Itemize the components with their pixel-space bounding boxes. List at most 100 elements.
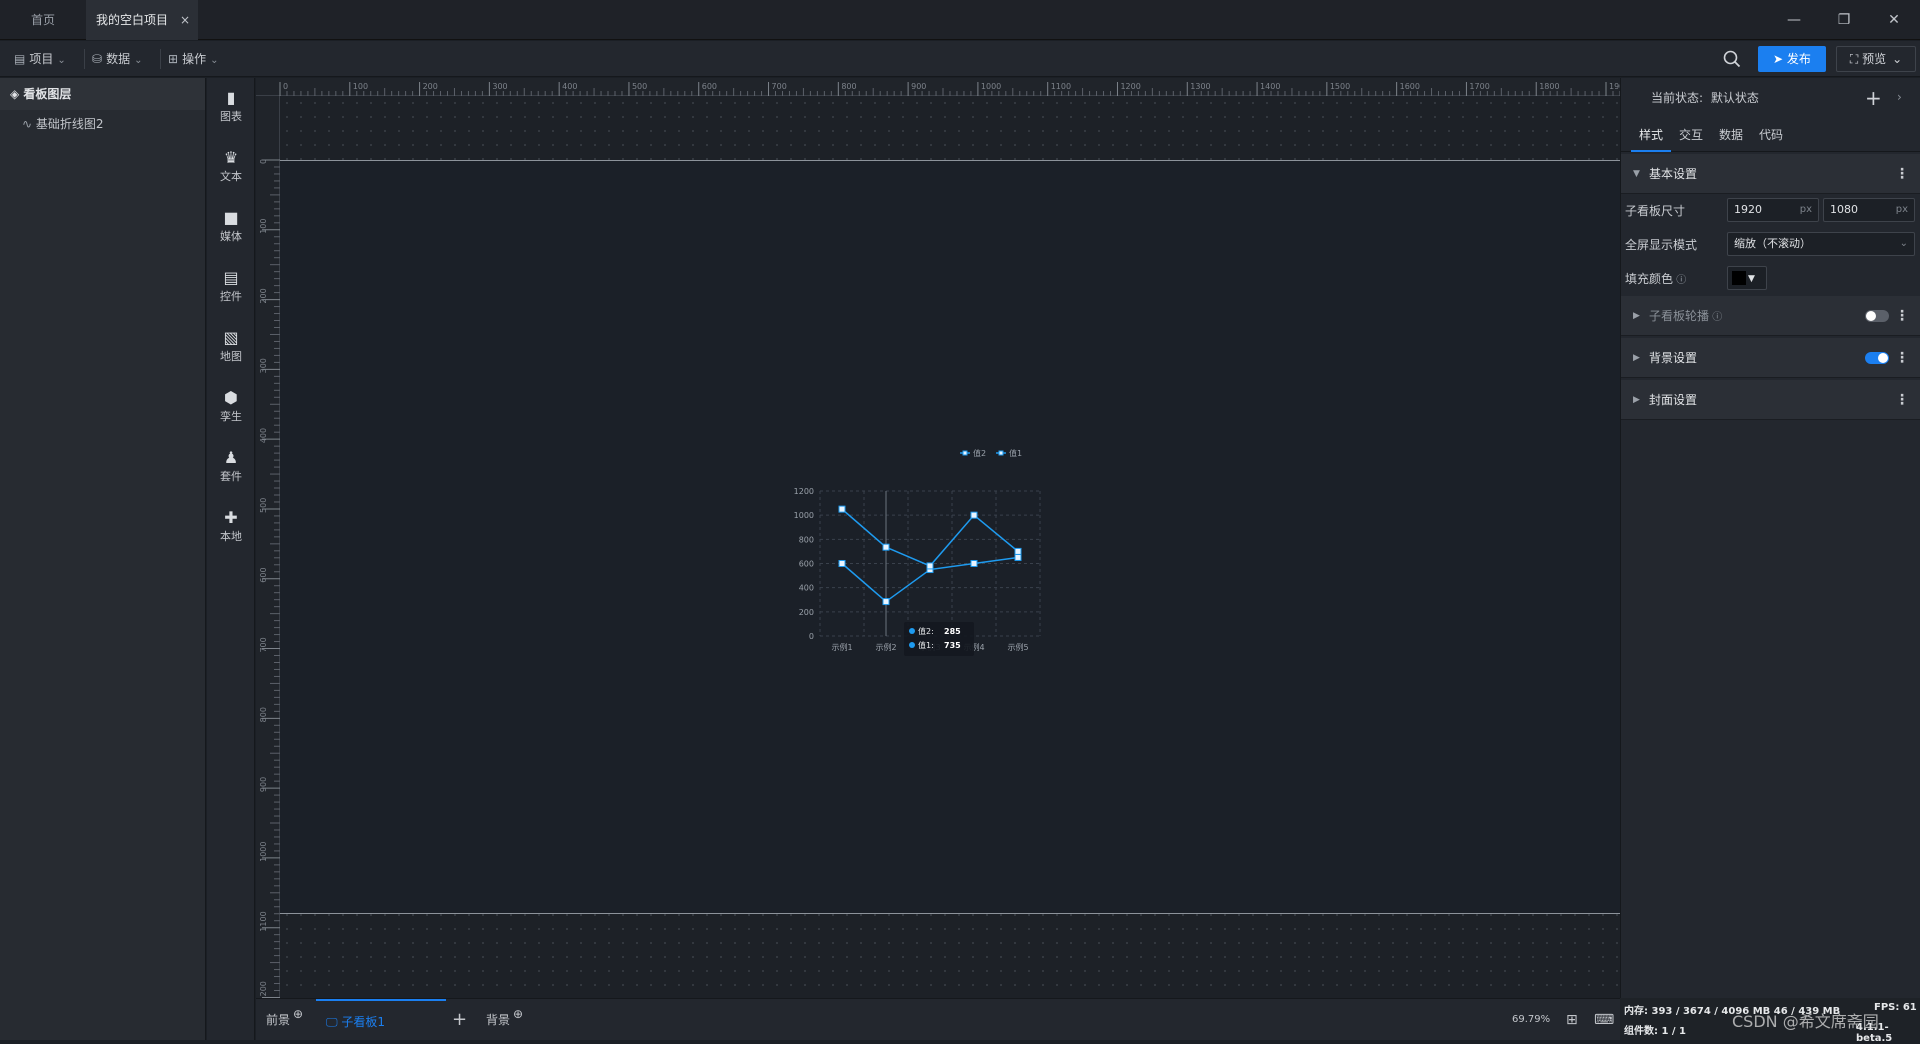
restore-icon[interactable]: ❐ xyxy=(1832,8,1856,32)
menu-operation-label: 操作 xyxy=(182,52,207,66)
preview-button[interactable]: ⛶ 预览 ⌄ xyxy=(1836,46,1916,72)
tab-interaction[interactable]: 交互 xyxy=(1673,118,1709,152)
search-icon[interactable] xyxy=(1722,49,1742,69)
chevron-down-icon: ⌄ xyxy=(57,55,66,66)
cube-icon: ⬢ xyxy=(224,388,238,407)
toggle-knob xyxy=(1866,311,1876,321)
background-toggle[interactable] xyxy=(1865,352,1889,364)
fill-color-picker[interactable]: ▼ xyxy=(1727,266,1767,290)
bar-chart-icon: ▮ xyxy=(226,88,236,107)
component-label: 本地 xyxy=(220,530,242,543)
tab-project[interactable]: 我的空白项目 × xyxy=(86,0,198,40)
data-point xyxy=(1014,547,1022,555)
more-icon[interactable]: ⋮ xyxy=(1895,338,1909,378)
ruler-label: 800 xyxy=(259,707,268,722)
width-input[interactable]: 1920 px xyxy=(1727,198,1819,222)
ruler-label: 600 xyxy=(259,567,268,582)
ruler-label: 1200 xyxy=(1120,82,1140,91)
tab-data[interactable]: 数据 xyxy=(1713,118,1749,152)
fullscreen-value: 缩放（不滚动） xyxy=(1734,237,1811,250)
tab-foreground[interactable]: 前景 ⊕ xyxy=(266,999,303,1041)
layer-item[interactable]: ∿ 基础折线图2 xyxy=(0,110,205,138)
close-tab-icon[interactable]: × xyxy=(180,0,190,40)
tab-code[interactable]: 代码 xyxy=(1753,118,1789,152)
close-window-icon[interactable]: ✕ xyxy=(1882,8,1906,32)
component-media[interactable]: ■ 媒体 xyxy=(207,208,255,244)
component-kit[interactable]: ♟ 套件 xyxy=(207,448,255,484)
component-label: 文本 xyxy=(220,170,242,183)
zoom-level[interactable]: 69.79% xyxy=(1512,999,1550,1041)
state-label: 当前状态: xyxy=(1651,91,1704,105)
shirt-kit-icon: ♟ xyxy=(223,448,239,467)
data-point xyxy=(882,543,890,551)
fullscreen-icon: ⛶ xyxy=(1849,52,1863,66)
tab-background[interactable]: 背景 ⊕ xyxy=(486,999,523,1041)
menu-operation[interactable]: ⊞ 操作 ⌄ xyxy=(168,41,218,77)
divider xyxy=(160,49,161,69)
fit-screen-icon[interactable]: ⊞ xyxy=(1566,999,1578,1041)
map-icon: ▧ xyxy=(223,328,239,347)
y-tick-label: 1000 xyxy=(794,511,814,520)
ruler-label: 1800 xyxy=(1539,82,1559,91)
add-state-icon[interactable]: + xyxy=(1865,86,1882,110)
section-basic-settings[interactable]: ▼ 基本设置 ⋮ xyxy=(1621,154,1920,194)
sub-board[interactable]: 值2值1020040060080010001200示例1示例2示例3示例4示例5… xyxy=(280,160,1620,914)
foreground-label: 前景 xyxy=(266,1013,291,1027)
add-board-button[interactable]: + xyxy=(452,999,467,1041)
add-circle-icon[interactable]: ⊕ xyxy=(293,1007,303,1021)
grid-icon: ⊞ xyxy=(168,52,179,66)
carousel-toggle[interactable] xyxy=(1865,310,1889,322)
fullscreen-select[interactable]: 缩放（不滚动） ⌄ xyxy=(1727,232,1915,256)
tab-home[interactable]: 首页 xyxy=(0,0,86,40)
component-map[interactable]: ▧ 地图 xyxy=(207,328,255,364)
section-title: 背景设置 xyxy=(1649,351,1698,365)
component-label: 媒体 xyxy=(220,230,242,243)
more-icon[interactable]: ⋮ xyxy=(1895,380,1909,420)
add-circle-icon[interactable]: ⊕ xyxy=(513,1007,523,1021)
watermark: CSDN @希文席斋园 xyxy=(1732,1012,1879,1031)
y-tick-label: 200 xyxy=(799,608,814,617)
component-controls[interactable]: ▤ 控件 xyxy=(207,268,255,304)
publish-button[interactable]: ➤ 发布 xyxy=(1758,46,1826,72)
ruler-label: 700 xyxy=(259,637,268,652)
help-icon[interactable]: ⓘ xyxy=(1709,312,1722,323)
layer-item-label: 基础折线图2 xyxy=(35,117,104,131)
component-chart[interactable]: ▮ 图表 xyxy=(207,88,255,124)
document-icon: ▤ xyxy=(14,52,26,66)
help-icon[interactable]: ⓘ xyxy=(1673,275,1686,286)
component-text[interactable]: ♛ 文本 xyxy=(207,148,255,184)
ruler-label: 1500 xyxy=(1330,82,1350,91)
keyboard-icon[interactable]: ⌨ xyxy=(1594,999,1614,1041)
data-point xyxy=(882,598,890,606)
section-background[interactable]: ▶ 背景设置 ⋮ xyxy=(1621,338,1920,378)
state-value[interactable]: 默认状态 xyxy=(1711,91,1759,105)
y-tick-label: 400 xyxy=(799,584,814,593)
height-input[interactable]: 1080 px xyxy=(1823,198,1915,222)
legend-label: 值2 xyxy=(973,448,986,458)
series-line xyxy=(841,508,1019,567)
data-point xyxy=(1014,553,1022,561)
more-icon[interactable]: ⋮ xyxy=(1895,154,1909,194)
caret-right-icon: ▶ xyxy=(1633,395,1640,405)
minimize-icon[interactable]: — xyxy=(1782,8,1806,32)
legend-marker xyxy=(962,450,968,456)
height-value: 1080 xyxy=(1830,203,1858,216)
ruler-label: 800 xyxy=(841,82,856,91)
canvas-area[interactable]: 值2值1020040060080010001200示例1示例2示例3示例4示例5… xyxy=(280,96,1620,998)
section-cover[interactable]: ▶ 封面设置 ⋮ xyxy=(1621,380,1920,420)
menu-data[interactable]: ⛁ 数据 ⌄ xyxy=(92,41,142,77)
tooltip-marker xyxy=(909,642,915,648)
section-carousel[interactable]: ▶ 子看板轮播 ⓘ ⋮ xyxy=(1621,296,1920,336)
line-chart[interactable]: 值2值1020040060080010001200示例1示例2示例3示例4示例5… xyxy=(780,441,1100,656)
layers-title: 看板图层 xyxy=(23,87,72,101)
chevron-right-icon[interactable]: › xyxy=(1897,90,1902,104)
carousel-label: 子看板轮播 xyxy=(1649,309,1710,323)
component-twin[interactable]: ⬢ 孪生 xyxy=(207,388,255,424)
menu-data-label: 数据 xyxy=(106,52,131,66)
tab-sub-board[interactable]: 🖵 子看板1 xyxy=(316,999,446,1041)
menu-project[interactable]: ▤ 项目 ⌄ xyxy=(14,41,66,77)
tab-style[interactable]: 样式 xyxy=(1631,118,1671,152)
component-local[interactable]: ✚ 本地 xyxy=(207,508,255,544)
bottom-bar: 前景 ⊕ 🖵 子看板1 + 背景 ⊕ 69.79% ⊞ ⌨ xyxy=(256,998,1620,1040)
more-icon[interactable]: ⋮ xyxy=(1895,296,1909,336)
